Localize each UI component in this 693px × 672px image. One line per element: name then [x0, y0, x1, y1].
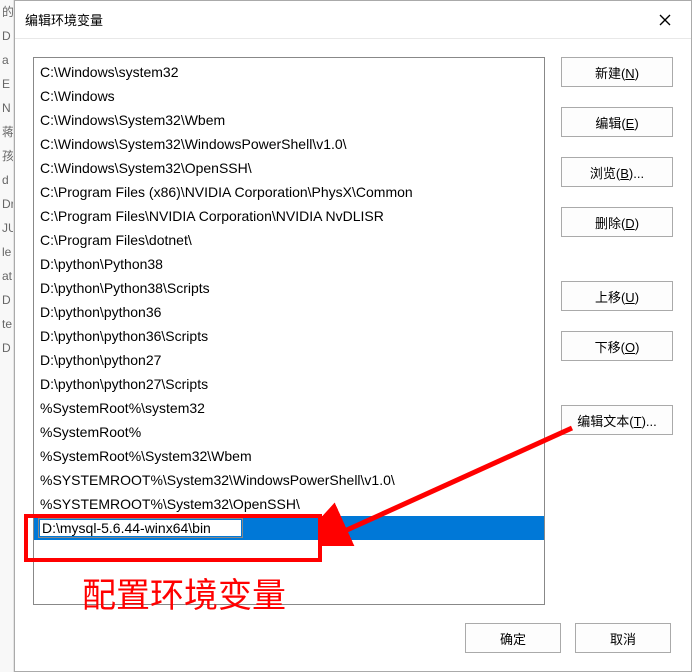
close-icon — [659, 14, 671, 26]
list-item[interactable]: D:\python\Python38 — [34, 252, 544, 276]
list-item[interactable]: C:\Windows\System32\Wbem — [34, 108, 544, 132]
dialog-body: C:\Windows\system32C:\WindowsC:\Windows\… — [15, 39, 691, 605]
list-item[interactable]: D:\python\Python38\Scripts — [34, 276, 544, 300]
list-item[interactable]: C:\Windows\System32\WindowsPowerShell\v1… — [34, 132, 544, 156]
list-item[interactable]: D:\python\python27 — [34, 348, 544, 372]
side-button-column: 新建(N) 编辑(E) 浏览(B)... 删除(D) 上移(U) 下移(O) — [561, 57, 673, 605]
ok-button[interactable]: 确定 — [465, 623, 561, 653]
edit-text-button[interactable]: 编辑文本(T)... — [561, 405, 673, 435]
move-up-button[interactable]: 上移(U) — [561, 281, 673, 311]
background-edge-strip: 的DaEN蒋孩dDrJUleatDteD — [0, 0, 14, 672]
list-item[interactable]: %SystemRoot% — [34, 420, 544, 444]
path-edit-input[interactable] — [38, 518, 243, 538]
titlebar: 编辑环境变量 — [15, 1, 691, 39]
list-item-selected[interactable] — [34, 516, 544, 540]
list-item[interactable]: D:\python\python36\Scripts — [34, 324, 544, 348]
list-item[interactable]: %SYSTEMROOT%\System32\WindowsPowerShell\… — [34, 468, 544, 492]
list-item[interactable]: C:\Program Files (x86)\NVIDIA Corporatio… — [34, 180, 544, 204]
edit-env-var-dialog: 编辑环境变量 C:\Windows\system32C:\WindowsC:\W… — [14, 0, 692, 672]
list-item[interactable]: D:\python\python36 — [34, 300, 544, 324]
list-item[interactable]: %SystemRoot%\System32\Wbem — [34, 444, 544, 468]
list-item[interactable]: %SYSTEMROOT%\System32\OpenSSH\ — [34, 492, 544, 516]
delete-button[interactable]: 删除(D) — [561, 207, 673, 237]
list-item[interactable]: C:\Windows\System32\OpenSSH\ — [34, 156, 544, 180]
move-down-button[interactable]: 下移(O) — [561, 331, 673, 361]
path-listbox[interactable]: C:\Windows\system32C:\WindowsC:\Windows\… — [33, 57, 545, 605]
list-item[interactable]: %SystemRoot%\system32 — [34, 396, 544, 420]
dialog-footer: 确定 取消 — [15, 605, 691, 671]
cancel-button[interactable]: 取消 — [575, 623, 671, 653]
list-item[interactable]: C:\Windows\system32 — [34, 60, 544, 84]
close-button[interactable] — [645, 5, 685, 35]
list-item[interactable]: C:\Windows — [34, 84, 544, 108]
dialog-title: 编辑环境变量 — [25, 10, 103, 29]
new-button[interactable]: 新建(N) — [561, 57, 673, 87]
list-item[interactable]: D:\python\python27\Scripts — [34, 372, 544, 396]
browse-button[interactable]: 浏览(B)... — [561, 157, 673, 187]
edit-button[interactable]: 编辑(E) — [561, 107, 673, 137]
list-item[interactable]: C:\Program Files\NVIDIA Corporation\NVID… — [34, 204, 544, 228]
list-item[interactable]: C:\Program Files\dotnet\ — [34, 228, 544, 252]
